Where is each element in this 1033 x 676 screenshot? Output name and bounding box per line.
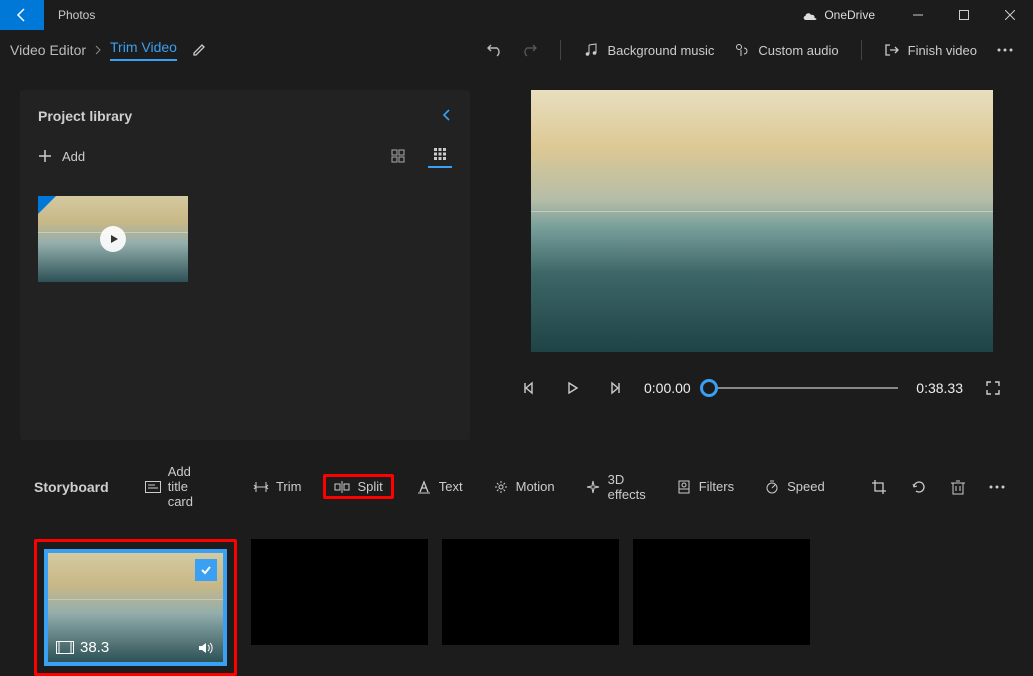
collapse-library-button[interactable] bbox=[442, 108, 452, 122]
split-button[interactable]: Split bbox=[323, 474, 393, 499]
storyboard-clip-empty[interactable] bbox=[633, 539, 810, 645]
play-button[interactable] bbox=[560, 376, 584, 400]
title-card-label: Add title card bbox=[168, 464, 193, 509]
film-icon bbox=[56, 641, 74, 654]
add-media-button[interactable]: Add bbox=[38, 149, 85, 164]
cloud-icon bbox=[802, 10, 818, 21]
motion-label: Motion bbox=[516, 479, 555, 494]
trim-icon bbox=[253, 480, 269, 494]
speed-button[interactable]: Speed bbox=[756, 475, 833, 499]
3d-effects-button[interactable]: 3D effects bbox=[577, 468, 654, 506]
custom-audio-label: Custom audio bbox=[758, 43, 838, 58]
total-time: 0:38.33 bbox=[916, 380, 963, 396]
breadcrumb-root[interactable]: Video Editor bbox=[10, 42, 86, 58]
preview-panel: 0:00.00 0:38.33 bbox=[510, 90, 1013, 440]
speed-label: Speed bbox=[787, 479, 825, 494]
filters-label: Filters bbox=[699, 479, 734, 494]
more-button[interactable] bbox=[987, 48, 1023, 52]
text-button[interactable]: Text bbox=[408, 475, 471, 498]
rotate-button[interactable] bbox=[911, 473, 927, 501]
preview-video[interactable] bbox=[531, 90, 993, 352]
close-button[interactable] bbox=[987, 0, 1033, 30]
trim-button[interactable]: Trim bbox=[245, 475, 310, 498]
video-corner-badge bbox=[38, 196, 56, 214]
current-time: 0:00.00 bbox=[644, 380, 691, 396]
text-icon bbox=[416, 480, 432, 494]
player-controls: 0:00.00 0:38.33 bbox=[510, 376, 1013, 400]
maximize-button[interactable] bbox=[941, 0, 987, 30]
library-clip-thumbnail[interactable] bbox=[38, 196, 188, 282]
music-icon bbox=[583, 42, 599, 58]
redo-button[interactable] bbox=[512, 35, 548, 65]
delete-button[interactable] bbox=[951, 473, 965, 501]
filters-button[interactable]: Filters bbox=[668, 475, 742, 499]
check-icon bbox=[195, 559, 217, 581]
audio-icon bbox=[734, 42, 750, 58]
undo-button[interactable] bbox=[476, 35, 512, 65]
storyboard-clip-empty[interactable] bbox=[251, 539, 428, 645]
storyboard-section: Storyboard Add title card Trim Split Tex… bbox=[0, 440, 1033, 676]
storyboard-clip-empty[interactable] bbox=[442, 539, 619, 645]
clips-row: 38.3 bbox=[34, 539, 999, 676]
seek-handle[interactable] bbox=[700, 379, 718, 397]
background-music-button[interactable]: Background music bbox=[573, 35, 724, 65]
titlebar: Photos OneDrive bbox=[0, 0, 1033, 30]
storyboard-more-button[interactable] bbox=[989, 473, 1005, 501]
plus-icon bbox=[38, 149, 52, 163]
back-button[interactable] bbox=[0, 0, 44, 30]
library-tools: Add bbox=[38, 144, 452, 168]
breadcrumb-current[interactable]: Trim Video bbox=[110, 39, 177, 61]
minimize-button[interactable] bbox=[895, 0, 941, 30]
split-icon bbox=[334, 480, 350, 494]
speed-icon bbox=[764, 479, 780, 495]
add-title-card-button[interactable]: Add title card bbox=[137, 460, 201, 513]
grid-large-view-button[interactable] bbox=[386, 144, 410, 168]
previous-frame-button[interactable] bbox=[518, 376, 542, 400]
seek-bar[interactable] bbox=[709, 378, 899, 398]
finish-label: Finish video bbox=[908, 43, 977, 58]
finish-video-button[interactable]: Finish video bbox=[874, 35, 987, 65]
motion-icon bbox=[493, 479, 509, 495]
rename-button[interactable] bbox=[191, 42, 207, 58]
text-label: Text bbox=[439, 479, 463, 494]
grid-small-view-button[interactable] bbox=[428, 144, 452, 168]
storyboard-title: Storyboard bbox=[34, 479, 109, 495]
fullscreen-button[interactable] bbox=[981, 376, 1005, 400]
library-title: Project library bbox=[38, 108, 452, 124]
project-library-panel: Project library Add bbox=[20, 90, 470, 440]
custom-audio-button[interactable]: Custom audio bbox=[724, 35, 848, 65]
clip-volume-button[interactable] bbox=[197, 640, 215, 656]
next-frame-button[interactable] bbox=[602, 376, 626, 400]
add-label: Add bbox=[62, 149, 85, 164]
crop-button[interactable] bbox=[871, 473, 887, 501]
clip-duration-value: 38.3 bbox=[80, 639, 109, 656]
export-icon bbox=[884, 42, 900, 58]
main-area: Project library Add 0:00.00 bbox=[0, 70, 1033, 440]
storyboard-toolbar: Storyboard Add title card Trim Split Tex… bbox=[34, 460, 999, 513]
clip-highlight: 38.3 bbox=[34, 539, 237, 676]
split-label: Split bbox=[357, 479, 382, 494]
app-title: Photos bbox=[58, 8, 95, 22]
filters-icon bbox=[676, 479, 692, 495]
toolbar: Video Editor Trim Video Background music… bbox=[0, 30, 1033, 70]
window-controls bbox=[895, 0, 1033, 30]
onedrive-label: OneDrive bbox=[824, 8, 875, 22]
title-card-icon bbox=[145, 481, 161, 493]
chevron-right-icon bbox=[94, 45, 102, 55]
bg-music-label: Background music bbox=[607, 43, 714, 58]
breadcrumb: Video Editor Trim Video bbox=[10, 39, 177, 61]
motion-button[interactable]: Motion bbox=[485, 475, 563, 499]
3d-label: 3D effects bbox=[608, 472, 646, 502]
onedrive-status[interactable]: OneDrive bbox=[802, 8, 875, 22]
clip-duration: 38.3 bbox=[56, 639, 109, 656]
sparkle-icon bbox=[585, 479, 601, 495]
trim-label: Trim bbox=[276, 479, 302, 494]
storyboard-clip-selected[interactable]: 38.3 bbox=[44, 549, 227, 666]
play-icon bbox=[100, 226, 126, 252]
